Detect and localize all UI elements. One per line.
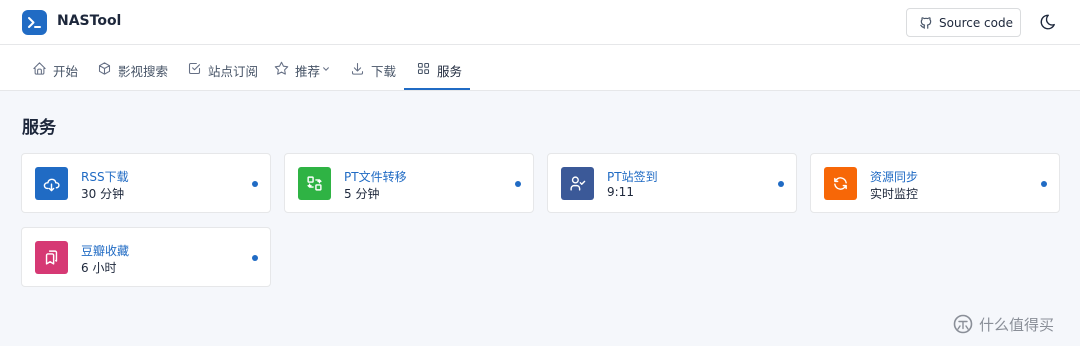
service-icon-box (561, 167, 594, 200)
service-detail: 5 分钟 (344, 187, 380, 201)
service-name[interactable]: PT文件转移 (344, 168, 407, 185)
nav-label: 推荐 (295, 64, 321, 79)
bookmarks-icon (45, 250, 58, 265)
refresh-icon (834, 177, 847, 190)
smzdm-logo-icon (953, 314, 973, 334)
theme-toggle[interactable] (1039, 13, 1057, 31)
nav-label: 影视搜索 (118, 64, 169, 79)
transfer-icon (307, 176, 322, 191)
user-check-icon (570, 176, 586, 191)
service-card-pt-transfer[interactable]: PT文件转移 5 分钟 (284, 153, 534, 213)
service-detail: 6 小时 (81, 261, 117, 275)
download-icon (351, 62, 364, 75)
service-name[interactable]: 资源同步 (870, 168, 918, 185)
terminal-icon (28, 17, 41, 28)
status-dot (252, 255, 258, 261)
service-icon-box (35, 241, 68, 274)
service-card-rss[interactable]: RSS下载 30 分钟 (21, 153, 271, 213)
box-icon (98, 62, 111, 75)
service-icon-box (298, 167, 331, 200)
apps-icon (417, 62, 430, 75)
cloud-download-icon (43, 178, 60, 192)
service-icon-box (35, 167, 68, 200)
source-code-label: Source code (939, 16, 1013, 30)
chevron-down-icon (323, 67, 329, 71)
home-icon (33, 62, 46, 75)
service-detail: 实时监控 (870, 187, 919, 201)
page-title: 服务 (22, 118, 56, 138)
status-dot (515, 181, 521, 187)
status-dot (252, 181, 258, 187)
nav-label: 站点订阅 (208, 64, 259, 79)
service-name[interactable]: 豆瓣收藏 (81, 242, 129, 259)
star-icon (274, 61, 289, 75)
service-icon-box (824, 167, 857, 200)
service-name[interactable]: PT站签到 (607, 168, 658, 185)
service-name[interactable]: RSS下载 (81, 168, 129, 185)
nav-label: 开始 (53, 64, 79, 79)
service-card-pt-signin[interactable]: PT站签到 9:11 (547, 153, 797, 213)
status-dot (1041, 181, 1047, 187)
service-card-douban[interactable]: 豆瓣收藏 6 小时 (21, 227, 271, 287)
app-name[interactable]: NASTool (57, 13, 121, 29)
nav-active-indicator (404, 88, 470, 90)
source-code-button[interactable]: Source code (906, 8, 1021, 37)
nav-label: 下载 (371, 64, 397, 79)
status-dot (778, 181, 784, 187)
github-icon (920, 17, 932, 29)
main-nav: 开始 影视搜索 站点订阅 推荐 下载 服务 (0, 45, 1080, 91)
top-header: NASTool Source code (0, 0, 1080, 45)
checkbox-icon (188, 62, 201, 75)
service-card-resource-sync[interactable]: 资源同步 实时监控 (810, 153, 1060, 213)
nav-label: 服务 (437, 64, 463, 79)
service-detail: 30 分钟 (81, 187, 125, 201)
watermark-text: 什么值得买 (979, 316, 1055, 334)
app-logo[interactable] (22, 10, 47, 35)
service-detail: 9:11 (607, 185, 634, 199)
moon-icon (1040, 14, 1055, 30)
